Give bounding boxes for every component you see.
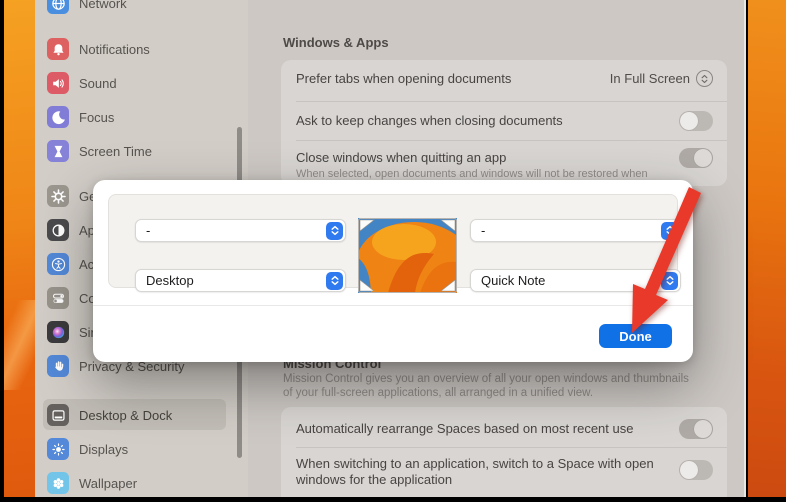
switch-space-toggle[interactable] [679, 460, 713, 480]
hourglass-icon [47, 140, 69, 162]
desktop-wallpaper-right [748, 0, 786, 497]
top-right-corner-value: - [481, 223, 486, 238]
divider [296, 101, 727, 102]
sidebar-item-label: Focus [79, 109, 115, 125]
switch-space-label-line2: windows for the application [296, 472, 453, 487]
siri-icon [47, 321, 69, 343]
section-title-windows-apps: Windows & Apps [283, 35, 389, 50]
top-left-corner-value: - [146, 223, 151, 238]
close-windows-note: When selected, open documents and window… [296, 168, 648, 180]
bottom-right-corner-value: Quick Note [481, 273, 546, 288]
mission-control-description-line1: Mission Control gives you an overview of… [283, 373, 689, 385]
ask-keep-changes-label: Ask to keep changes when closing documen… [296, 113, 563, 128]
chevron-up-down-icon [661, 221, 678, 240]
sidebar-item-label: Displays [79, 441, 129, 457]
sidebar-item-notifications[interactable]: Notifications [47, 34, 242, 64]
sidebar-item-label: Wallpaper [79, 475, 138, 491]
chevron-up-down-icon [696, 70, 713, 87]
speaker-icon [47, 72, 69, 94]
sidebar-item-label: Notifications [79, 41, 150, 57]
rearrange-spaces-label: Automatically rearrange Spaces based on … [296, 421, 634, 436]
sidebar-item-displays[interactable]: Displays [47, 434, 242, 464]
switch-space-label: When switching to an application, switch… [296, 456, 654, 488]
switch-space-label-line1: When switching to an application, switch… [296, 456, 654, 471]
rearrange-spaces-toggle[interactable] [679, 419, 713, 439]
close-windows-toggle[interactable] [679, 148, 713, 168]
mission-control-description: Mission Control gives you an overview of… [283, 372, 689, 400]
chevron-up-down-icon [326, 221, 343, 240]
sidebar-item-focus[interactable]: Focus [47, 102, 242, 132]
chevron-up-down-icon [326, 271, 343, 290]
chevron-up-down-icon [661, 271, 678, 290]
sidebar-item-sound[interactable]: Sound [47, 68, 242, 98]
sidebar-item-label: Screen Time [79, 143, 152, 159]
toggle-knob [680, 112, 698, 130]
sidebar-item-desktop-dock[interactable]: Desktop & Dock [47, 400, 242, 430]
windows-apps-card: Prefer tabs when opening documents In Fu… [281, 60, 727, 186]
ask-keep-changes-toggle[interactable] [679, 111, 713, 131]
top-right-corner-dropdown[interactable]: - [470, 219, 681, 242]
mission-control-card: Automatically rearrange Spaces based on … [281, 407, 727, 497]
accessibility-icon [47, 253, 69, 275]
sidebar-item-label: Desktop & Dock [79, 407, 173, 423]
appearance-icon [47, 219, 69, 241]
close-windows-label: Close windows when quitting an app [296, 150, 507, 165]
sidebar-item-wallpaper[interactable]: Wallpaper [47, 468, 242, 497]
flower-icon [47, 472, 69, 494]
sidebar-item-screen-time[interactable]: Screen Time [47, 136, 242, 166]
toggle-knob [694, 420, 712, 438]
prefer-tabs-value: In Full Screen [609, 71, 690, 86]
bell-icon [47, 38, 69, 60]
dock-icon [47, 404, 69, 426]
divider [296, 447, 727, 448]
toggle-knob [680, 461, 698, 479]
prefer-tabs-label: Prefer tabs when opening documents [296, 71, 512, 86]
toggle-knob [694, 149, 712, 167]
mission-control-description-line2: of your full-screen applications, all ar… [283, 387, 594, 399]
globe-icon [47, 0, 69, 14]
toggles-icon [47, 287, 69, 309]
desktop-preview-thumbnail [356, 218, 472, 306]
bottom-left-corner-value: Desktop [146, 273, 194, 288]
sidebar-item-label: Sound [79, 75, 117, 91]
dialog-separator [93, 305, 693, 306]
gear-icon [47, 185, 69, 207]
hot-corners-dialog: - Desktop - Quick Note Done [93, 180, 693, 362]
sun-icon [47, 438, 69, 460]
done-button[interactable]: Done [599, 324, 672, 348]
top-left-corner-dropdown[interactable]: - [135, 219, 346, 242]
sidebar-item-label: Network [79, 0, 127, 11]
moon-icon [47, 106, 69, 128]
hand-icon [47, 355, 69, 377]
prefer-tabs-select[interactable]: In Full Screen [610, 70, 713, 87]
bottom-right-corner-dropdown[interactable]: Quick Note [470, 269, 681, 292]
divider [296, 140, 727, 141]
hot-corners-panel: - Desktop - Quick Note [108, 194, 681, 306]
sidebar-item-network[interactable]: Network [47, 0, 242, 18]
bottom-left-corner-dropdown[interactable]: Desktop [135, 269, 346, 292]
desktop-wallpaper-left [4, 0, 35, 497]
